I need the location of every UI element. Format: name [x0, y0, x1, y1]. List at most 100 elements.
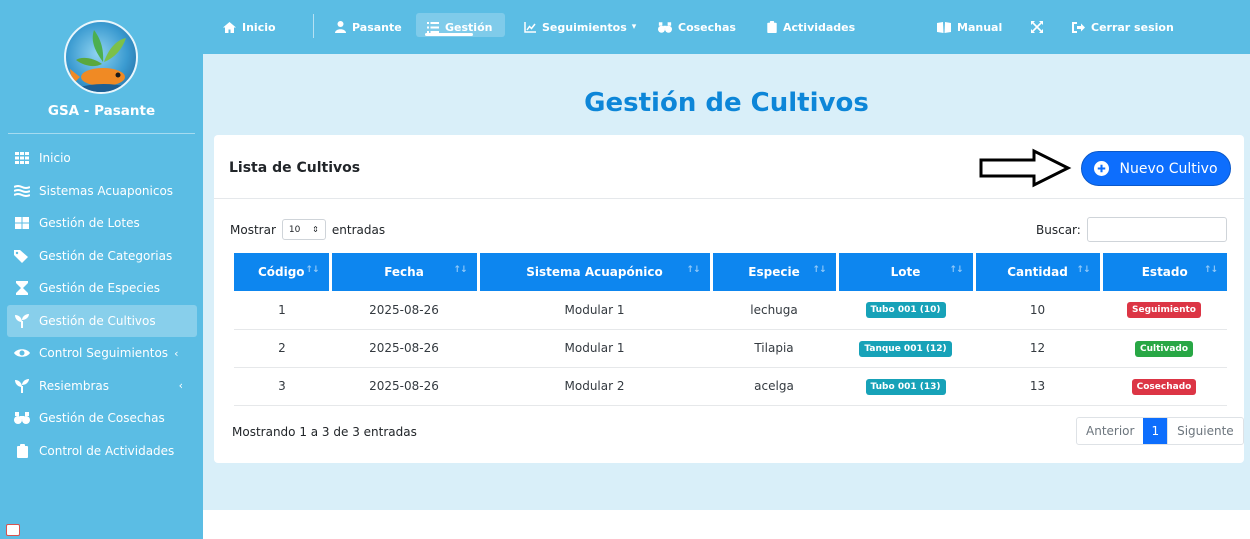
- eye-icon: [13, 346, 31, 360]
- cell-especie: acelga: [711, 367, 837, 406]
- card-title: Lista de Cultivos: [229, 160, 361, 176]
- arrow-right-icon: [979, 148, 1072, 188]
- cell-lote: Tanque 001 (12): [837, 329, 974, 368]
- sidebar-item-inicio[interactable]: Inicio: [7, 142, 197, 175]
- nav-item-pasante[interactable]: Pasante: [335, 0, 402, 54]
- chevron-left-icon: ‹: [178, 379, 183, 393]
- cell-estado: Seguimiento: [1101, 291, 1227, 330]
- col-estado[interactable]: Estado ↑↓: [1101, 253, 1227, 291]
- col-lote[interactable]: Lote ↑↓: [837, 253, 976, 291]
- sidebar-item-cosechas[interactable]: Gestión de Cosechas: [7, 402, 197, 435]
- logo-icon[interactable]: [64, 20, 138, 94]
- col-fecha[interactable]: Fecha ↑↓: [330, 253, 480, 291]
- sidebar-item-label: Inicio: [39, 151, 71, 166]
- grid-icon: [13, 151, 31, 165]
- table-row: 2 2025-08-26 Modular 1 Tilapia Tanque 00…: [234, 329, 1227, 368]
- sidebar-item-label: Control de Actividades: [39, 443, 175, 458]
- cell-cantidad: 13: [974, 367, 1101, 406]
- table-row: 3 2025-08-26 Modular 2 acelga Tubo 001 (…: [234, 367, 1227, 406]
- cell-codigo: 2: [234, 329, 330, 368]
- sidebar-item-label: Sistemas Acuaponicos: [39, 183, 174, 198]
- nav-item-cosechas[interactable]: Cosechas: [658, 0, 736, 54]
- cultivos-card: Lista de Cultivos Nuevo Cultivo Mostrar …: [214, 135, 1244, 463]
- search-label: Buscar:: [1036, 222, 1081, 237]
- cell-lote: Tubo 001 (13): [837, 367, 974, 406]
- hourglass-icon: [13, 281, 31, 296]
- sort-icon: ↑↓: [812, 265, 826, 275]
- status-badge: Cultivado: [1134, 340, 1194, 357]
- sort-icon: ↑↓: [453, 265, 467, 275]
- fullscreen-button[interactable]: [1031, 0, 1049, 54]
- cell-sistema: Modular 1: [478, 329, 711, 368]
- home-icon: [223, 21, 236, 33]
- plus-circle-icon: [1094, 161, 1110, 176]
- top-navbar: Inicio Pasante Gestión Seguimientos ▾ Co…: [203, 0, 1250, 54]
- sidebar-item-resiembras[interactable]: Resiembras ‹: [7, 370, 197, 403]
- length-prefix: Mostrar: [230, 222, 276, 237]
- chevron-down-icon: ▾: [631, 22, 637, 32]
- nav-item-label: Cerrar sesion: [1091, 20, 1174, 34]
- lote-badge: Tubo 001 (13): [865, 378, 946, 395]
- nav-item-actividades[interactable]: Actividades: [767, 0, 855, 54]
- tags-icon: [13, 249, 31, 263]
- col-codigo[interactable]: Código ↑↓: [234, 253, 332, 291]
- pagination-next[interactable]: Siguiente: [1167, 418, 1243, 444]
- chart-line-icon: [524, 21, 536, 33]
- brand-title: GSA - Pasante: [47, 103, 156, 119]
- card-header: Lista de Cultivos Nuevo Cultivo: [214, 135, 1244, 199]
- nav-item-label: Inicio: [242, 20, 276, 34]
- sidebar-menu: Inicio Sistemas Acuaponicos Gestión de L…: [7, 142, 197, 467]
- nuevo-cultivo-label: Nuevo Cultivo: [1119, 160, 1218, 177]
- length-suffix: entradas: [331, 222, 386, 237]
- sort-icon: ↑↓: [305, 265, 319, 275]
- seedling-icon: [13, 313, 31, 328]
- nav-separator: [313, 14, 314, 38]
- nav-item-label: Pasante: [352, 20, 402, 34]
- sidebar-item-sistemas[interactable]: Sistemas Acuaponicos: [7, 175, 197, 208]
- status-badge: Cosechado: [1131, 378, 1197, 395]
- binoculars-icon: [658, 21, 672, 33]
- seedling-icon: [13, 378, 31, 393]
- sidebar-item-lotes[interactable]: Gestión de Lotes: [7, 207, 197, 240]
- sidebar-item-especies[interactable]: Gestión de Especies: [7, 272, 197, 305]
- sidebar-item-label: Gestión de Especies: [39, 281, 160, 296]
- cell-especie: lechuga: [711, 291, 837, 330]
- binoculars-icon: [13, 411, 31, 425]
- nav-item-manual[interactable]: Manual: [937, 0, 1002, 54]
- sign-out-icon: [1072, 21, 1085, 33]
- search-input[interactable]: [1086, 217, 1227, 242]
- col-especie[interactable]: Especie ↑↓: [711, 253, 839, 291]
- nav-item-cerrar-sesion[interactable]: Cerrar sesion: [1072, 0, 1174, 54]
- sidebar-item-categorias[interactable]: Gestión de Categorias: [7, 240, 197, 273]
- clipboard-icon: [13, 443, 31, 458]
- sort-icon: ↑↓: [1203, 265, 1218, 275]
- pagination: Anterior 1 Siguiente: [1076, 417, 1244, 445]
- nav-item-seguimientos[interactable]: Seguimientos ▾: [524, 0, 636, 54]
- col-sistema[interactable]: Sistema Acuapónico ↑↓: [478, 253, 713, 291]
- cell-sistema: Modular 2: [478, 367, 711, 406]
- nuevo-cultivo-button[interactable]: Nuevo Cultivo: [1081, 151, 1231, 186]
- nav-item-label: Gestión: [445, 20, 493, 34]
- table-row: 1 2025-08-26 Modular 1 lechuga Tubo 001 …: [234, 291, 1227, 330]
- clipboard-icon: [767, 21, 777, 33]
- lote-badge: Tubo 001 (10): [865, 302, 946, 319]
- nav-item-inicio[interactable]: Inicio: [223, 0, 276, 54]
- nav-item-gestion[interactable]: Gestión: [427, 0, 492, 54]
- sidebar-item-label: Gestión de Lotes: [39, 216, 140, 231]
- sidebar-item-actividades[interactable]: Control de Actividades: [7, 435, 197, 468]
- length-select[interactable]: 10 ⇕: [281, 219, 326, 240]
- table-header-row: Código ↑↓ Fecha ↑↓ Sistema Acuapónico ↑↓ Es…: [234, 253, 1227, 291]
- cell-sistema: Modular 1: [478, 291, 711, 330]
- pdf-icon[interactable]: [6, 524, 20, 536]
- sidebar-item-cultivos[interactable]: Gestión de Cultivos: [7, 304, 197, 337]
- pagination-prev[interactable]: Anterior: [1077, 418, 1143, 444]
- chevron-left-icon: ‹: [174, 346, 179, 360]
- cell-fecha: 2025-08-26: [330, 329, 478, 368]
- pagination-page-1[interactable]: 1: [1143, 418, 1168, 444]
- sidebar-item-seguimientos[interactable]: Control Seguimientos ‹: [7, 337, 197, 370]
- sidebar-item-label: Control Seguimientos: [39, 346, 169, 361]
- col-cantidad[interactable]: Cantidad ↑↓: [974, 253, 1103, 291]
- cell-lote: Tubo 001 (10): [837, 291, 974, 330]
- list-icon: [427, 21, 439, 33]
- sidebar-item-label: Gestión de Cosechas: [39, 411, 165, 426]
